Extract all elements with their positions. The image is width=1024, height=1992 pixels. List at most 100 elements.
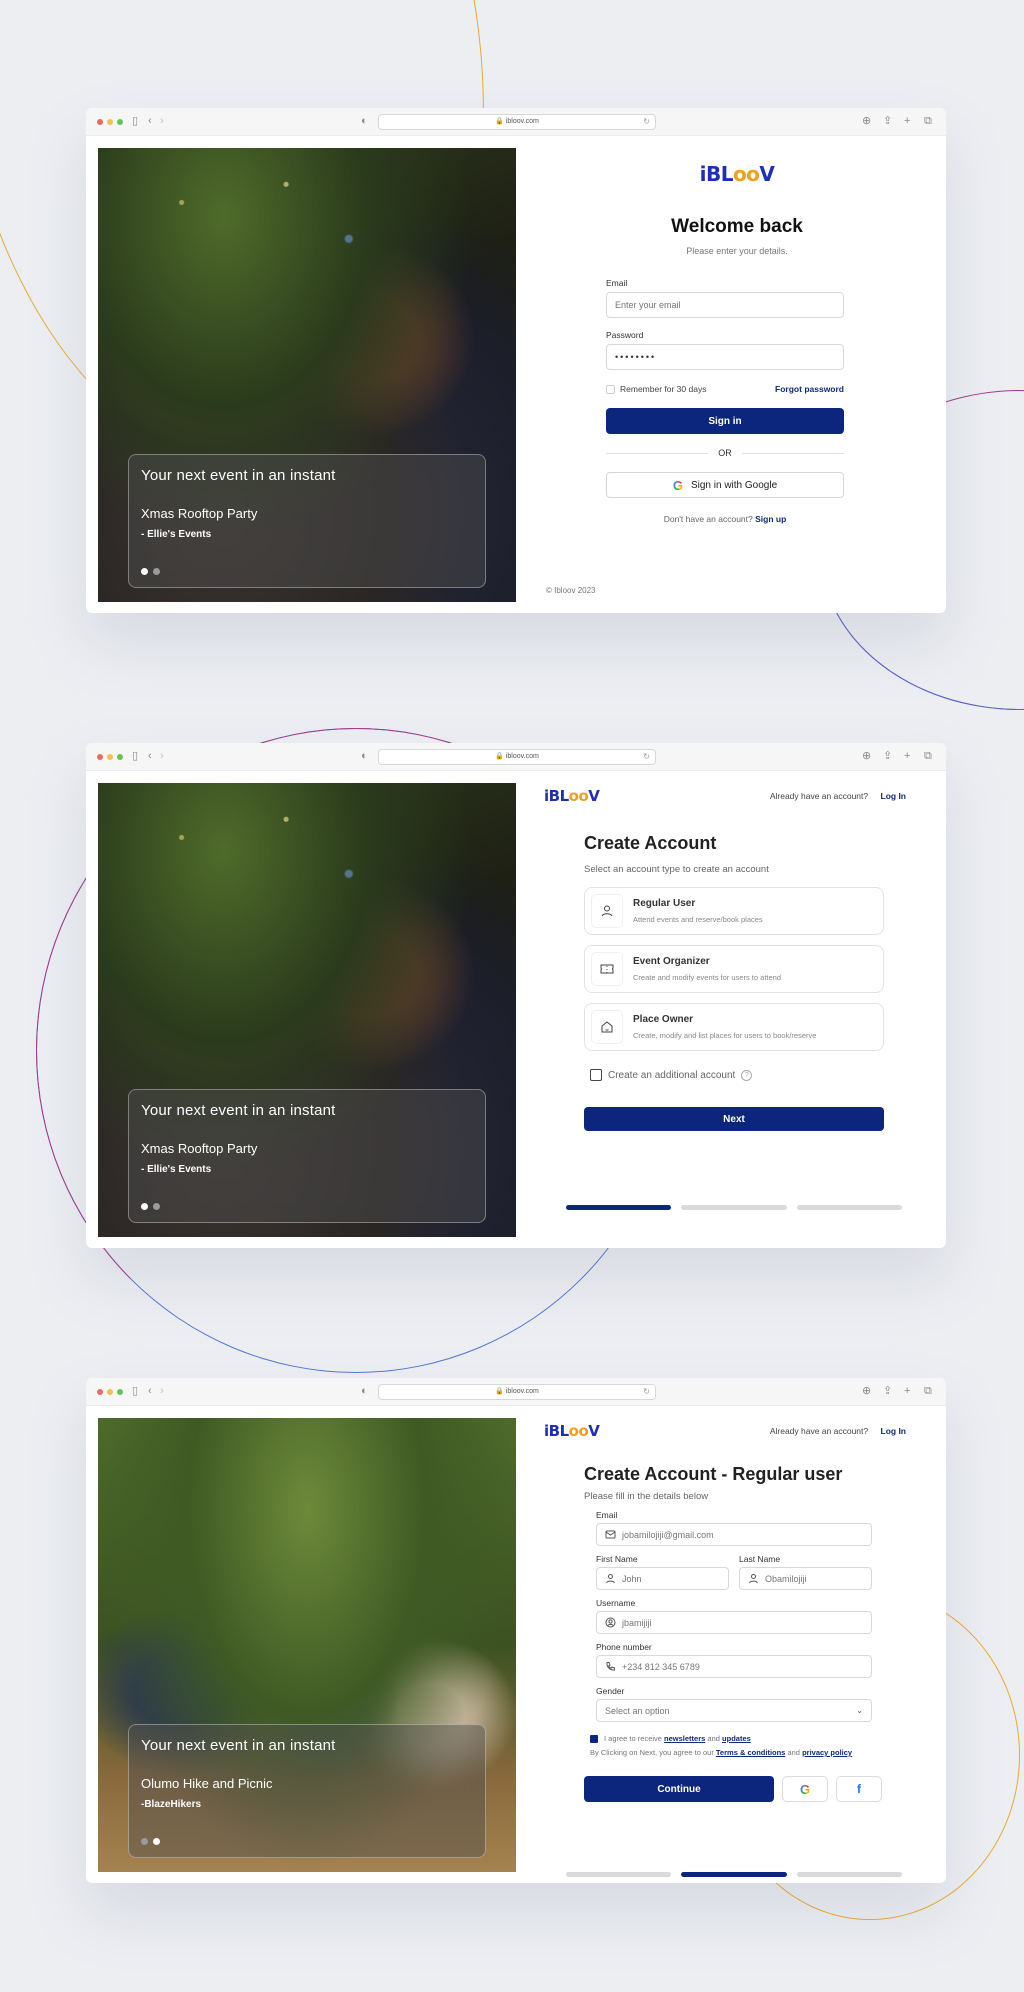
- facebook-signup-button[interactable]: f: [836, 1776, 882, 1802]
- username-input[interactable]: jbamijiji: [596, 1611, 872, 1634]
- tabs-overview-icon[interactable]: ⧉: [924, 114, 932, 128]
- account-type-event-organizer[interactable]: Event Organizer Create and modify events…: [584, 945, 884, 993]
- type-description: Attend events and reserve/book places: [633, 915, 763, 924]
- carousel-title: Your next event in an instant: [141, 467, 336, 484]
- help-icon[interactable]: ?: [741, 1069, 753, 1081]
- forgot-password-link[interactable]: Forgot password: [775, 384, 844, 394]
- remember-checkbox[interactable]: Remember for 30 days: [606, 384, 707, 395]
- newsletters-link[interactable]: newsletters: [664, 1734, 705, 1743]
- download-icon[interactable]: ⊕: [862, 114, 871, 128]
- traffic-lights: [97, 119, 123, 125]
- back-icon[interactable]: ‹: [148, 1384, 152, 1398]
- checkbox-icon[interactable]: [606, 385, 615, 395]
- forward-icon[interactable]: ›: [160, 749, 164, 763]
- gender-select[interactable]: Select an option ⌄: [596, 1699, 872, 1722]
- account-type-place-owner[interactable]: Place Owner Create, modify and list plac…: [584, 1003, 884, 1051]
- maximize-window-button[interactable]: [117, 1389, 123, 1395]
- log-in-link[interactable]: Log In: [881, 1426, 907, 1436]
- shield-icon[interactable]: ◐: [361, 749, 368, 763]
- password-input[interactable]: ••••••••: [606, 344, 844, 370]
- type-title: Place Owner: [633, 1014, 694, 1025]
- additional-account-checkbox[interactable]: [590, 1069, 602, 1081]
- last-name-input[interactable]: Obamilojiji: [739, 1567, 872, 1590]
- close-window-button[interactable]: [97, 119, 103, 125]
- minimize-window-button[interactable]: [107, 1389, 113, 1395]
- new-tab-icon[interactable]: +: [904, 1384, 910, 1398]
- copyright-text: © Ibloov 2023: [546, 586, 596, 595]
- tabs-overview-icon[interactable]: ⧉: [924, 749, 932, 763]
- phone-value: +234 812 345 6789: [622, 1661, 700, 1672]
- carousel-event-name: Xmas Rooftop Party: [141, 1141, 258, 1156]
- chevron-down-icon: ⌄: [856, 1706, 863, 1715]
- new-tab-icon[interactable]: +: [904, 114, 910, 128]
- reload-icon[interactable]: ↻: [643, 750, 650, 764]
- address-bar[interactable]: 🔒 ibloov.com ↻: [378, 114, 656, 130]
- updates-link[interactable]: updates: [722, 1734, 751, 1743]
- back-icon[interactable]: ‹: [148, 114, 152, 128]
- carousel-dot-1[interactable]: [141, 1838, 148, 1845]
- share-icon[interactable]: ⇪: [883, 114, 892, 128]
- close-window-button[interactable]: [97, 1389, 103, 1395]
- sidebar-icon[interactable]: ▯: [132, 749, 138, 763]
- privacy-policy-link[interactable]: privacy policy: [802, 1748, 852, 1757]
- forward-icon[interactable]: ›: [160, 1384, 164, 1398]
- sidebar-icon[interactable]: ▯: [132, 1384, 138, 1398]
- log-in-link[interactable]: Log In: [881, 791, 907, 801]
- or-divider: OR: [606, 448, 844, 458]
- share-icon[interactable]: ⇪: [883, 749, 892, 763]
- maximize-window-button[interactable]: [117, 754, 123, 760]
- remember-label: Remember for 30 days: [620, 384, 707, 394]
- google-signup-button[interactable]: G: [782, 1776, 828, 1802]
- address-bar[interactable]: 🔒 ibloov.com ↻: [378, 1384, 656, 1400]
- download-icon[interactable]: ⊕: [862, 1384, 871, 1398]
- or-label: OR: [718, 448, 732, 459]
- carousel-dot-2[interactable]: [153, 1838, 160, 1845]
- carousel-dot-1[interactable]: [141, 1203, 148, 1210]
- tabs-overview-icon[interactable]: ⧉: [924, 1384, 932, 1398]
- home-icon: [591, 1010, 623, 1044]
- maximize-window-button[interactable]: [117, 119, 123, 125]
- download-icon[interactable]: ⊕: [862, 749, 871, 763]
- page-subtitle: Please enter your details.: [686, 246, 788, 256]
- traffic-lights: [97, 754, 123, 760]
- continue-button[interactable]: Continue: [584, 1776, 774, 1802]
- address-bar[interactable]: 🔒 ibloov.com ↻: [378, 749, 656, 765]
- email-value: jobamilojiji@gmail.com: [622, 1529, 714, 1540]
- ibloov-logo[interactable]: iBLooV: [544, 787, 600, 805]
- progress-step-3: [796, 1205, 902, 1210]
- shield-icon[interactable]: ◐: [361, 1384, 368, 1398]
- carousel-dot-2[interactable]: [153, 1203, 160, 1210]
- carousel-dot-2[interactable]: [153, 568, 160, 575]
- mail-icon: [605, 1529, 616, 1540]
- first-name-input[interactable]: John: [596, 1567, 729, 1590]
- new-tab-icon[interactable]: +: [904, 749, 910, 763]
- email-input[interactable]: jobamilojiji@gmail.com: [596, 1523, 872, 1546]
- terms-link[interactable]: Terms & conditions: [716, 1748, 785, 1757]
- sign-in-button[interactable]: Sign in: [606, 408, 844, 435]
- minimize-window-button[interactable]: [107, 754, 113, 760]
- forward-icon[interactable]: ›: [160, 114, 164, 128]
- sidebar-icon[interactable]: ▯: [132, 114, 138, 128]
- google-sign-in-button[interactable]: G Sign in with Google: [606, 472, 844, 499]
- email-input[interactable]: [606, 292, 844, 318]
- reload-icon[interactable]: ↻: [643, 1385, 650, 1399]
- terms-and: and: [787, 1748, 800, 1757]
- phone-input[interactable]: +234 812 345 6789: [596, 1655, 872, 1678]
- close-window-button[interactable]: [97, 754, 103, 760]
- event-carousel-card: Your next event in an instant Olumo Hike…: [128, 1724, 486, 1858]
- browser-window-regular-user: ▯ ‹ › ◐ 🔒 ibloov.com ↻ ⊕ ⇪ + ⧉ Your next …: [86, 1378, 946, 1883]
- newsletter-checkbox[interactable]: [590, 1734, 598, 1743]
- agree-prefix: I agree to receive: [604, 1734, 662, 1743]
- share-icon[interactable]: ⇪: [883, 1384, 892, 1398]
- hero-image: Your next event in an instant Xmas Rooft…: [98, 783, 516, 1237]
- shield-icon[interactable]: ◐: [361, 114, 368, 128]
- sign-up-link[interactable]: Sign up: [755, 514, 786, 524]
- account-type-regular-user[interactable]: Regular User Attend events and reserve/b…: [584, 887, 884, 935]
- ibloov-logo[interactable]: iBLooV: [544, 1422, 600, 1440]
- back-icon[interactable]: ‹: [148, 749, 152, 763]
- next-button[interactable]: Next: [584, 1107, 884, 1131]
- minimize-window-button[interactable]: [107, 119, 113, 125]
- reload-icon[interactable]: ↻: [643, 115, 650, 129]
- carousel-dot-1[interactable]: [141, 568, 148, 575]
- last-name-value: Obamilojiji: [765, 1573, 807, 1584]
